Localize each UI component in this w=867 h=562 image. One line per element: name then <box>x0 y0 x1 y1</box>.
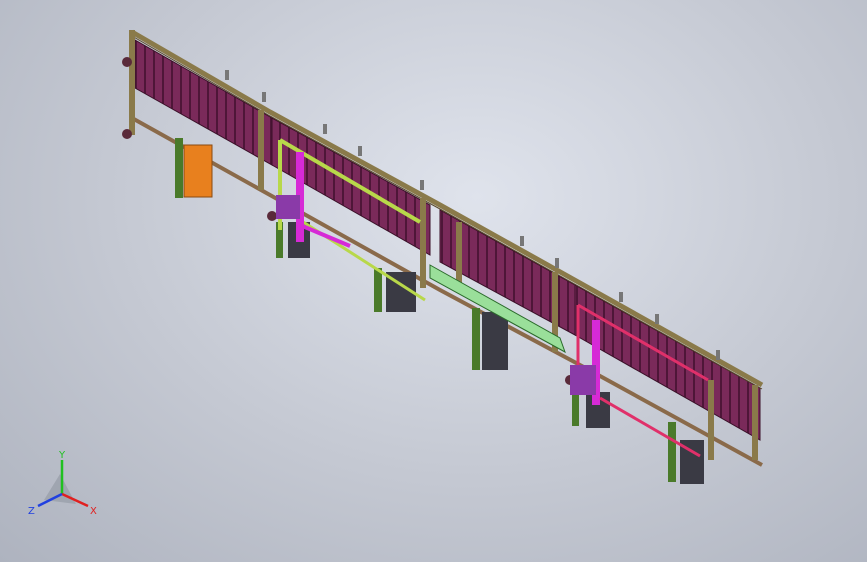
bottom-rail <box>131 116 763 467</box>
top-rail <box>130 29 764 390</box>
orange-cabinet <box>183 144 213 198</box>
assembly-model[interactable] <box>0 0 867 562</box>
cad-viewport[interactable]: Y X Z <box>0 0 867 562</box>
y-axis-label: Y <box>58 450 66 461</box>
z-axis-label: Z <box>28 506 35 517</box>
x-axis-label: X <box>90 506 97 517</box>
axis-triad: Y X Z <box>28 450 97 517</box>
fence-panels <box>134 39 761 441</box>
